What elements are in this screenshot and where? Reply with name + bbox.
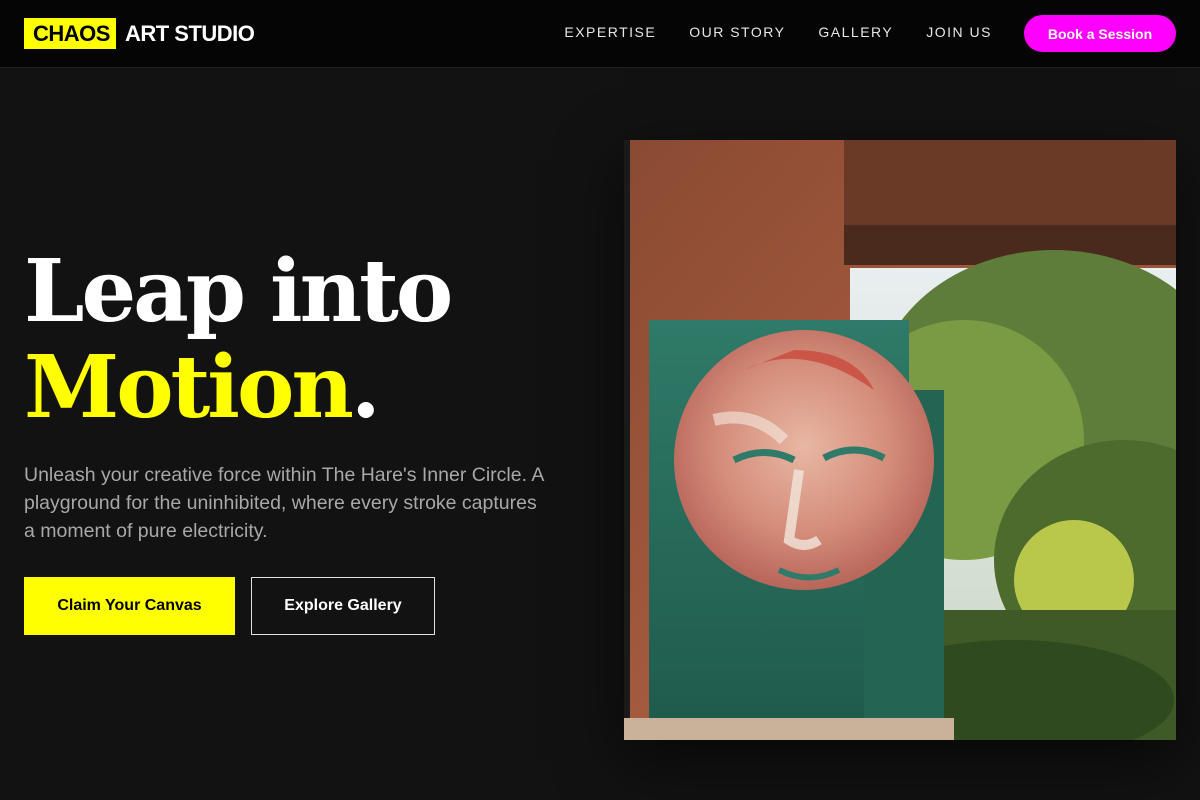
top-navbar: CHAOS ART STUDIO EXPERTISE OUR STORY GAL… [0, 0, 1200, 68]
hero-title-dot: . [350, 337, 381, 438]
hero-title: Leap into Motion. [24, 241, 453, 436]
brand-tag: CHAOS [24, 18, 116, 49]
brand-logo[interactable]: CHAOS ART STUDIO [24, 18, 255, 49]
nav-links: EXPERTISE OUR STORY GALLERY JOIN US [531, 22, 992, 42]
nav-link-our-story[interactable]: OUR STORY [689, 22, 785, 42]
explore-gallery-button[interactable]: Explore Gallery [251, 577, 435, 635]
hero-title-line1: Leap into [24, 241, 453, 342]
book-session-button[interactable]: Book a Session [1024, 15, 1176, 52]
hero-title-line2: Motion. [24, 340, 450, 436]
hero-artwork-image [624, 140, 1176, 740]
hero-description: Unleash your creative force within The H… [24, 464, 544, 542]
nav-link-join-us[interactable]: JOIN US [926, 22, 992, 42]
nav-link-expertise[interactable]: EXPERTISE [564, 22, 656, 42]
hero-title-accent: Motion [24, 337, 354, 438]
nav-link-gallery[interactable]: GALLERY [818, 22, 893, 42]
brand-name: ART STUDIO [124, 20, 255, 46]
claim-canvas-button[interactable]: Claim Your Canvas [24, 577, 235, 635]
